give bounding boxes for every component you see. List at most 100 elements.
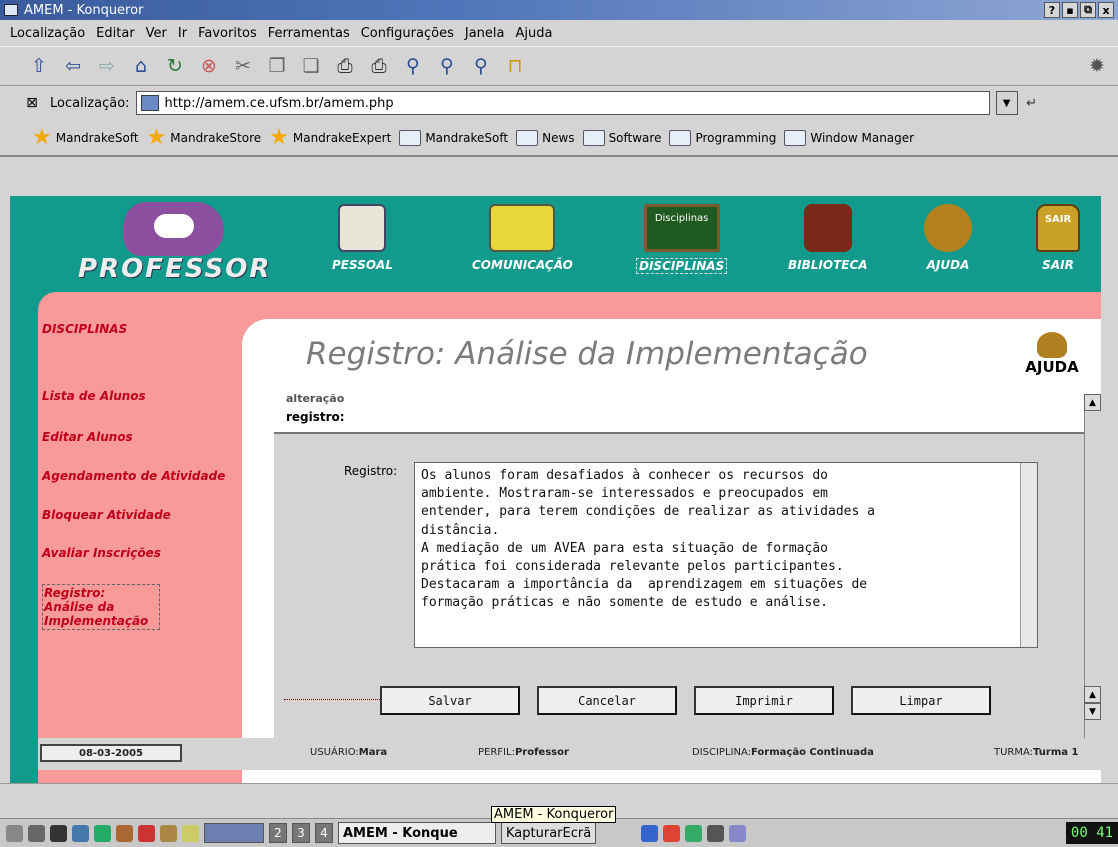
menu-ferramentas[interactable]: Ferramentas xyxy=(268,26,350,41)
nav-sair[interactable]: SAIR SAIR xyxy=(1036,204,1080,272)
limpar-button[interactable]: Limpar xyxy=(851,686,991,715)
desktop-3[interactable]: 3 xyxy=(292,823,310,843)
menu-ver[interactable]: Ver xyxy=(146,26,167,41)
lifebuoy-icon[interactable] xyxy=(138,824,155,842)
bookmark-mandrakeexpert[interactable]: ★ MandrakeExpert xyxy=(269,125,391,150)
app-launcher-icon[interactable] xyxy=(28,824,45,842)
sidebar-item-registro[interactable]: Registro: Análise da Implementação xyxy=(42,584,160,630)
url-dropdown-icon[interactable]: ▼ xyxy=(995,91,1018,115)
konqueror-icon[interactable] xyxy=(4,4,18,16)
bookmark-folder-mandrakesoft[interactable]: MandrakeSoft xyxy=(399,130,508,146)
scroll-down-icon[interactable]: ▼ xyxy=(1084,703,1101,720)
zoom-icon[interactable]: ⚲ xyxy=(400,53,426,79)
sidebar-item-lista-alunos[interactable]: Lista de Alunos xyxy=(42,389,232,403)
app-icon[interactable] xyxy=(160,824,177,842)
tray-icon[interactable] xyxy=(729,824,747,842)
menu-configuracoes[interactable]: Configurações xyxy=(361,26,454,41)
sidebar-item-agendamento[interactable]: Agendamento de Atividade xyxy=(42,469,232,483)
back-icon[interactable]: ⇦ xyxy=(60,53,86,79)
bookmark-folder-window-manager[interactable]: Window Manager xyxy=(784,130,914,146)
tray-icon[interactable] xyxy=(663,824,681,842)
nav-biblioteca[interactable]: BIBLIOTECA xyxy=(788,204,868,272)
status-user: USUÁRIO:Mara xyxy=(310,747,387,758)
home-icon[interactable]: ⌂ xyxy=(128,53,154,79)
home-icon[interactable] xyxy=(72,824,89,842)
help-link[interactable]: AJUDA xyxy=(1022,332,1082,376)
tray-icon[interactable] xyxy=(707,824,725,842)
frame-scrollbar[interactable]: ▲ ▲ ▼ xyxy=(1084,394,1101,738)
scroll-up-icon[interactable]: ▲ xyxy=(1084,394,1101,411)
menu-localizacao[interactable]: Localização xyxy=(10,26,85,41)
copy-icon[interactable]: ❐ xyxy=(264,53,290,79)
kmenu-icon[interactable] xyxy=(6,824,23,842)
bookmark-toolbar: ★ MandrakeSoft ★ MandrakeStore ★ MandrakeEx… xyxy=(0,121,1118,157)
desktop-1[interactable] xyxy=(204,823,264,843)
status-disciplina: DISCIPLINA:Formação Continuada xyxy=(692,747,874,758)
menu-janela[interactable]: Janela xyxy=(465,26,505,41)
star-icon: ★ xyxy=(269,125,289,150)
print-frame-icon[interactable]: ⎙ xyxy=(366,53,392,79)
lock-icon[interactable]: ⊓ xyxy=(502,53,528,79)
menu-editar[interactable]: Editar xyxy=(96,26,135,41)
zoom-in-icon[interactable]: ⚲ xyxy=(434,53,460,79)
menu-ir[interactable]: Ir xyxy=(178,26,187,41)
registro-textarea[interactable]: Os alunos foram desafiados à conhecer os… xyxy=(414,462,1038,648)
nav-pessoal[interactable]: PESSOAL xyxy=(332,204,393,272)
terminal-icon[interactable] xyxy=(50,824,67,842)
print-icon[interactable]: ⎙ xyxy=(332,53,358,79)
page-title: Registro: Análise da Implementação xyxy=(306,336,868,372)
app-icon[interactable] xyxy=(116,824,133,842)
salvar-button[interactable]: Salvar xyxy=(380,686,520,715)
imprimir-button[interactable]: Imprimir xyxy=(694,686,834,715)
status-key: USUÁRIO: xyxy=(310,747,359,758)
forward-icon[interactable]: ⇨ xyxy=(94,53,120,79)
desktop-4[interactable]: 4 xyxy=(315,823,333,843)
task-kapturar[interactable]: KapturarEcrã xyxy=(501,822,597,844)
clear-location-icon[interactable]: ⊠ xyxy=(22,90,42,116)
gear-icon[interactable]: ✹ xyxy=(1084,53,1110,79)
stop-icon[interactable]: ⊗ xyxy=(196,53,222,79)
zoom-out-icon[interactable]: ⚲ xyxy=(468,53,494,79)
nav-label: BIBLIOTECA xyxy=(788,258,868,272)
professor-logo: PROFESSOR xyxy=(78,200,269,286)
desktop-2[interactable]: 2 xyxy=(269,823,287,843)
sidebar-item-editar-alunos[interactable]: Editar Alunos xyxy=(42,430,232,444)
bookmark-mandrakesoft[interactable]: ★ MandrakeSoft xyxy=(32,127,139,149)
go-icon[interactable]: ↵ xyxy=(1022,90,1042,116)
sidebar-item-bloquear[interactable]: Bloquear Atividade xyxy=(42,508,232,522)
cancelar-button[interactable]: Cancelar xyxy=(537,686,677,715)
cut-icon[interactable]: ✂ xyxy=(230,53,256,79)
sair-icon: SAIR xyxy=(1036,204,1080,252)
minimize-button[interactable]: ▪ xyxy=(1062,2,1078,18)
sidebar-item-avaliar[interactable]: Avaliar Inscrições xyxy=(42,546,232,560)
nav-ajuda[interactable]: AJUDA xyxy=(924,204,972,272)
url-input[interactable]: http://amem.ce.ufsm.br/amem.php xyxy=(135,91,990,115)
textarea-scrollbar[interactable] xyxy=(1020,463,1037,647)
close-button[interactable]: x xyxy=(1098,2,1114,18)
nav-label: COMUNICAÇÃO xyxy=(472,258,573,272)
cut-label: alteração xyxy=(286,394,345,405)
bookmark-mandrakestore[interactable]: ★ MandrakeStore xyxy=(147,127,262,149)
tray-icon[interactable] xyxy=(641,824,659,842)
folder-icon xyxy=(784,130,807,146)
page-favicon-icon xyxy=(140,95,159,111)
help-window-button[interactable]: ? xyxy=(1044,2,1060,18)
maximize-button[interactable]: ⧉ xyxy=(1080,2,1096,18)
task-amem[interactable]: AMEM - Konque xyxy=(338,822,496,844)
nav-disciplinas[interactable]: Disciplinas DISCIPLINAS xyxy=(636,204,728,274)
edit-icon[interactable] xyxy=(182,824,199,842)
browser-icon[interactable] xyxy=(94,824,111,842)
nav-comunicacao[interactable]: COMUNICAÇÃO xyxy=(472,204,573,272)
menubar: Localização Editar Ver Ir Favoritos Ferr… xyxy=(0,20,1118,46)
tray-icon[interactable] xyxy=(685,824,703,842)
up-icon[interactable]: ⇧ xyxy=(26,53,52,79)
bookmark-folder-software[interactable]: Software xyxy=(582,130,661,146)
scroll-up-icon[interactable]: ▲ xyxy=(1084,686,1101,703)
reload-icon[interactable]: ↻ xyxy=(162,53,188,79)
menu-favoritos[interactable]: Favoritos xyxy=(198,26,257,41)
menu-ajuda[interactable]: Ajuda xyxy=(515,26,552,41)
paste-icon[interactable]: ❏ xyxy=(298,53,324,79)
bookmark-folder-programming[interactable]: Programming xyxy=(669,130,776,146)
bookmark-folder-news[interactable]: News xyxy=(516,130,575,146)
sidebar-heading: DISCIPLINAS xyxy=(42,322,128,336)
